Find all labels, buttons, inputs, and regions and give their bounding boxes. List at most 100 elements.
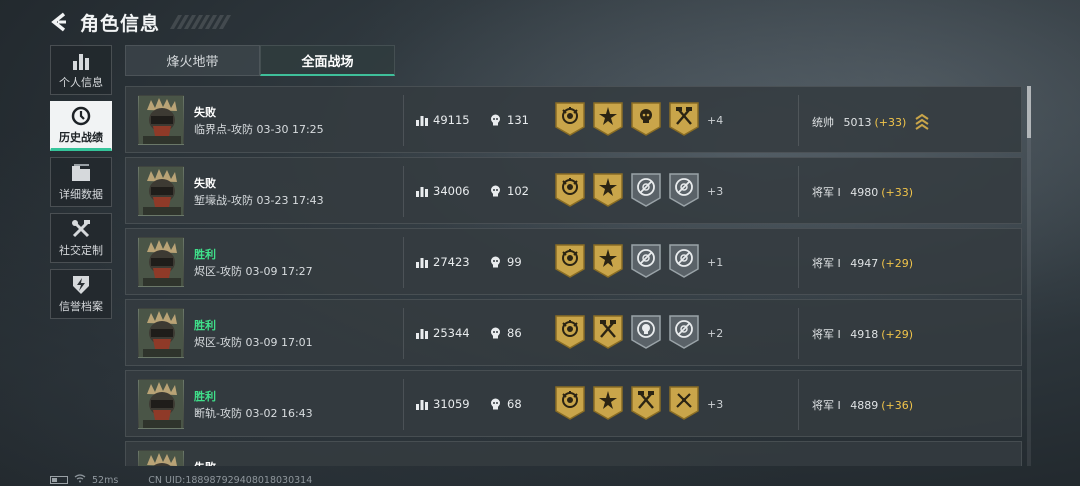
clock-icon — [70, 106, 92, 126]
match-result: 胜利 — [194, 319, 216, 332]
match-datetime: 03-02 16:43 — [245, 407, 313, 420]
header: 角色信息 — [50, 8, 234, 36]
sidebar-item-label: 信誉档案 — [59, 299, 103, 313]
divider — [403, 166, 404, 217]
match-result: 失败 — [194, 106, 216, 119]
sidebar-item-label: 社交定制 — [59, 243, 103, 257]
gold-medal-badge-icon[interactable] — [554, 314, 586, 350]
kills-value: 102 — [507, 184, 529, 198]
sidebar-item-history[interactable]: 历史战绩 — [50, 101, 112, 151]
map-name: 烬区-攻防 — [194, 265, 242, 278]
match-row[interactable]: 失败 临界点-攻防 03-30 17:25 49115 131 +4 统帅 5013 (+3… — [125, 86, 1022, 153]
rank-delta: (+29) — [881, 327, 914, 341]
silver-target-badge-icon[interactable] — [668, 314, 700, 350]
sidebar-item-details[interactable]: 详细数据 — [50, 157, 112, 207]
match-row[interactable]: 胜利 烬区-攻防 03-09 17:27 27423 99 +1 将军 I 4947 (+2… — [125, 228, 1022, 295]
match-row[interactable]: 失败 — [125, 441, 1022, 466]
gold-burst-badge-icon[interactable] — [592, 385, 624, 421]
match-datetime: 03-30 17:25 — [256, 123, 324, 136]
gold-skull-badge-icon[interactable] — [630, 101, 662, 137]
silver-target-badge-icon[interactable] — [668, 243, 700, 279]
match-row[interactable]: 失败 堑壕战-攻防 03-23 17:43 34006 102 +3 将军 I 4980(… — [125, 157, 1022, 224]
score-value: 31059 — [433, 397, 470, 411]
sidebar: 个人信息 历史战绩 详细数据 社交定制 信誉档案 — [50, 45, 112, 325]
gold-hammers-badge-icon[interactable] — [668, 101, 700, 137]
avatar — [138, 95, 184, 145]
skull-icon — [491, 256, 500, 268]
silver-target-badge-icon[interactable] — [630, 243, 662, 279]
score-value: 25344 — [433, 326, 470, 340]
gold-medal-badge-icon[interactable] — [554, 385, 586, 421]
score-bars-icon — [416, 257, 428, 268]
divider — [403, 308, 404, 359]
map-and-time: 烬区-攻防 03-09 17:27 — [194, 263, 313, 279]
map-and-time: 烬区-攻防 03-09 17:01 — [194, 334, 313, 350]
more-medals-count[interactable]: +3 — [707, 398, 723, 411]
ping-text: 52ms — [92, 474, 119, 486]
gold-swords-badge-icon[interactable] — [668, 385, 700, 421]
score-bars-icon — [416, 186, 428, 197]
rank-info: 将军 I 4980 (+33) — [812, 184, 913, 200]
gold-burst-badge-icon[interactable] — [592, 172, 624, 208]
gold-medal-badge-icon[interactable] — [554, 172, 586, 208]
rank-info: 统帅 5013 (+33) — [812, 113, 929, 131]
skull-icon — [491, 327, 500, 339]
kills-value: 131 — [507, 113, 529, 127]
rank-delta: (+33) — [874, 115, 907, 129]
gold-burst-badge-icon[interactable] — [592, 243, 624, 279]
gold-burst-badge-icon[interactable] — [592, 101, 624, 137]
rank-info: 将军 I 4918 (+29) — [812, 326, 913, 342]
more-medals-count[interactable]: +1 — [707, 256, 723, 269]
more-medals-count[interactable]: +4 — [707, 114, 723, 127]
match-result: 胜利 — [194, 390, 216, 403]
scrollbar-thumb[interactable] — [1027, 86, 1031, 138]
more-medals-count[interactable]: +3 — [707, 185, 723, 198]
silver-target-badge-icon[interactable] — [668, 172, 700, 208]
score-bars-icon — [416, 399, 428, 410]
silver-badge-icon — [554, 460, 586, 466]
page-title: 角色信息 — [80, 12, 161, 35]
more-medals-count[interactable]: +2 — [707, 327, 723, 340]
bar-chart-icon — [70, 51, 92, 71]
gold-hammers-badge-icon[interactable] — [592, 314, 624, 350]
medal-list — [554, 101, 700, 137]
kills-value: 68 — [507, 397, 522, 411]
rank-title: 统帅 — [812, 116, 834, 129]
match-row[interactable]: 胜利 断轨-攻防 03-02 16:43 31059 68 +3 将军 I 4889 (+3… — [125, 370, 1022, 437]
match-datetime: 03-09 17:27 — [245, 265, 313, 278]
match-datetime: 03-23 17:43 — [256, 194, 324, 207]
avatar — [138, 450, 184, 466]
scrollbar[interactable] — [1027, 86, 1031, 466]
rank-points: 4947 — [850, 256, 879, 270]
sidebar-item-label: 个人信息 — [59, 75, 103, 89]
match-history-list: 失败 临界点-攻防 03-30 17:25 49115 131 +4 统帅 5013 (+3… — [125, 86, 1022, 466]
tab-hazard-zone[interactable]: 烽火地带 — [125, 45, 260, 76]
silver-skull-badge-icon[interactable] — [630, 314, 662, 350]
sidebar-item-profile[interactable]: 个人信息 — [50, 45, 112, 95]
silver-target-badge-icon[interactable] — [630, 172, 662, 208]
gold-hammers-badge-icon[interactable] — [630, 385, 662, 421]
match-result: 胜利 — [194, 248, 216, 261]
rank-delta: (+36) — [881, 398, 914, 412]
kills-stat: 131 — [490, 113, 529, 127]
avatar — [138, 379, 184, 429]
score-value: 49115 — [433, 113, 470, 127]
silver-badge-icon — [592, 460, 624, 466]
divider — [403, 379, 404, 430]
sidebar-item-reputation[interactable]: 信誉档案 — [50, 269, 112, 319]
medal-list — [554, 243, 700, 279]
rank-points: 4889 — [850, 398, 879, 412]
tab-all-out-warfare[interactable]: 全面战场 — [260, 45, 395, 76]
score-bars-icon — [416, 328, 428, 339]
gold-medal-badge-icon[interactable] — [554, 101, 586, 137]
medal-list — [554, 172, 700, 208]
score-value: 27423 — [433, 255, 470, 269]
sidebar-item-social[interactable]: 社交定制 — [50, 213, 112, 263]
back-arrow-icon[interactable] — [50, 11, 70, 33]
uid-text: CN UID:188987929408018030314 — [148, 474, 313, 486]
wifi-icon — [74, 474, 86, 486]
match-row[interactable]: 胜利 烬区-攻防 03-09 17:01 25344 86 +2 将军 I 4918 (+2… — [125, 299, 1022, 366]
shield-bolt-icon — [70, 275, 92, 295]
gold-medal-badge-icon[interactable] — [554, 243, 586, 279]
rank-info: 将军 I 4947 (+29) — [812, 255, 913, 271]
